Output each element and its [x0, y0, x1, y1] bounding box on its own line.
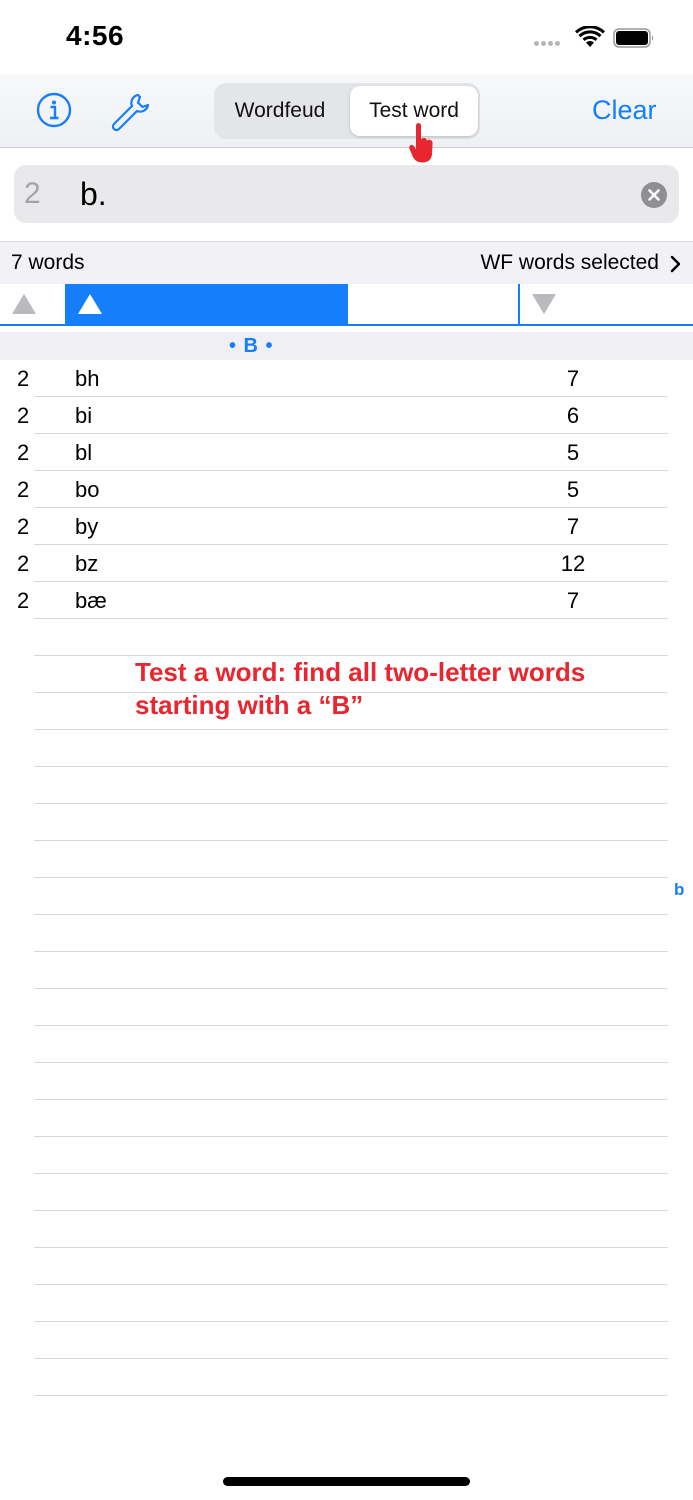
sort-descending-icon [532, 294, 556, 314]
word-text: bæ [75, 588, 107, 613]
row-separator [34, 1247, 668, 1248]
word-score: 5 [566, 440, 580, 465]
word-text: bo [75, 477, 100, 502]
word-score: 7 [566, 588, 580, 613]
row-separator [34, 1062, 668, 1063]
home-indicator[interactable] [223, 1477, 470, 1486]
results-info-bar: 7 words WF words selected [0, 241, 693, 284]
row-separator [34, 1136, 668, 1137]
annotation-line-1: Test a word: find all two-letter words [135, 657, 586, 687]
cellular-signal-icon [534, 41, 566, 47]
word-list-selection-link[interactable]: WF words selected [480, 251, 659, 275]
word-text: bi [75, 403, 93, 428]
word-length: 2 [17, 514, 30, 539]
word-length: 2 [17, 440, 30, 465]
word-row[interactable]: 2 bh 7 [0, 360, 693, 397]
segment-wordfeud[interactable]: Wordfeud [218, 86, 342, 136]
row-separator [34, 1395, 668, 1396]
row-separator [34, 1099, 668, 1100]
row-separator [34, 1284, 668, 1285]
row-separator [34, 1210, 668, 1211]
word-length: 2 [17, 477, 30, 502]
mode-segmented-control: Wordfeud Test word [214, 83, 480, 139]
row-separator [34, 507, 668, 508]
chevron-right-icon[interactable] [670, 255, 682, 273]
sort-by-word-button[interactable] [65, 284, 348, 324]
clear-button[interactable]: Clear [592, 92, 657, 128]
row-separator [34, 1173, 668, 1174]
sort-by-score-button[interactable] [520, 284, 693, 324]
section-index-letter[interactable]: b [674, 880, 684, 900]
row-separator [34, 396, 668, 397]
search-length-indicator: 2 [24, 177, 41, 210]
word-row[interactable]: 2 by 7 [0, 508, 693, 545]
row-separator [34, 1358, 668, 1359]
word-length: 2 [17, 366, 30, 391]
clear-field-icon[interactable] [641, 182, 667, 208]
word-score: 12 [560, 551, 586, 576]
row-separator [34, 877, 668, 878]
row-separator [34, 729, 668, 730]
word-row[interactable]: 2 bl 5 [0, 434, 693, 471]
row-separator [34, 581, 668, 582]
word-row[interactable]: 2 bi 6 [0, 397, 693, 434]
word-count: 7 words [11, 251, 85, 274]
row-separator [34, 618, 668, 619]
tap-pointer-icon [409, 123, 433, 163]
word-score: 5 [566, 477, 580, 502]
sort-header [0, 284, 693, 326]
row-separator [34, 1321, 668, 1322]
sort-ascending-icon [12, 294, 36, 314]
word-score: 6 [566, 403, 580, 428]
word-row[interactable]: 2 bo 5 [0, 471, 693, 508]
word-text: by [75, 514, 99, 539]
word-text: bz [75, 551, 99, 576]
wrench-icon[interactable] [108, 90, 150, 132]
row-separator [34, 840, 668, 841]
row-separator [34, 470, 668, 471]
word-length: 2 [17, 551, 30, 576]
sort-column-empty[interactable] [348, 284, 520, 324]
word-row[interactable]: 2 bz 12 [0, 545, 693, 582]
word-length: 2 [17, 403, 30, 428]
section-label: • B • [229, 335, 274, 357]
row-separator [34, 544, 668, 545]
instruction-annotation: Test a word: find all two-letter words s… [135, 656, 635, 722]
section-header: • B • [0, 332, 693, 360]
row-separator [34, 1025, 668, 1026]
wifi-icon [575, 26, 605, 47]
sort-by-length-button[interactable] [0, 284, 65, 324]
row-separator [34, 988, 668, 989]
word-row[interactable]: 2 bæ 7 [0, 582, 693, 619]
word-text: bl [75, 440, 93, 465]
row-separator [34, 951, 668, 952]
sort-ascending-icon [78, 294, 102, 314]
word-score: 7 [566, 366, 580, 391]
annotation-line-2: starting with a “B” [135, 690, 364, 720]
row-separator [34, 766, 668, 767]
word-text: bh [75, 366, 100, 391]
toolbar: Wordfeud Test word Clear [0, 74, 693, 148]
row-separator [34, 914, 668, 915]
word-score: 7 [566, 514, 580, 539]
battery-icon [613, 28, 654, 48]
word-length: 2 [17, 588, 30, 613]
info-icon[interactable] [36, 92, 72, 128]
row-separator [34, 803, 668, 804]
search-field[interactable]: 2 b. [14, 165, 679, 223]
search-input[interactable]: b. [80, 176, 107, 213]
status-bar: 4:56 [0, 0, 693, 74]
status-time: 4:56 [66, 20, 125, 51]
row-separator [34, 433, 668, 434]
